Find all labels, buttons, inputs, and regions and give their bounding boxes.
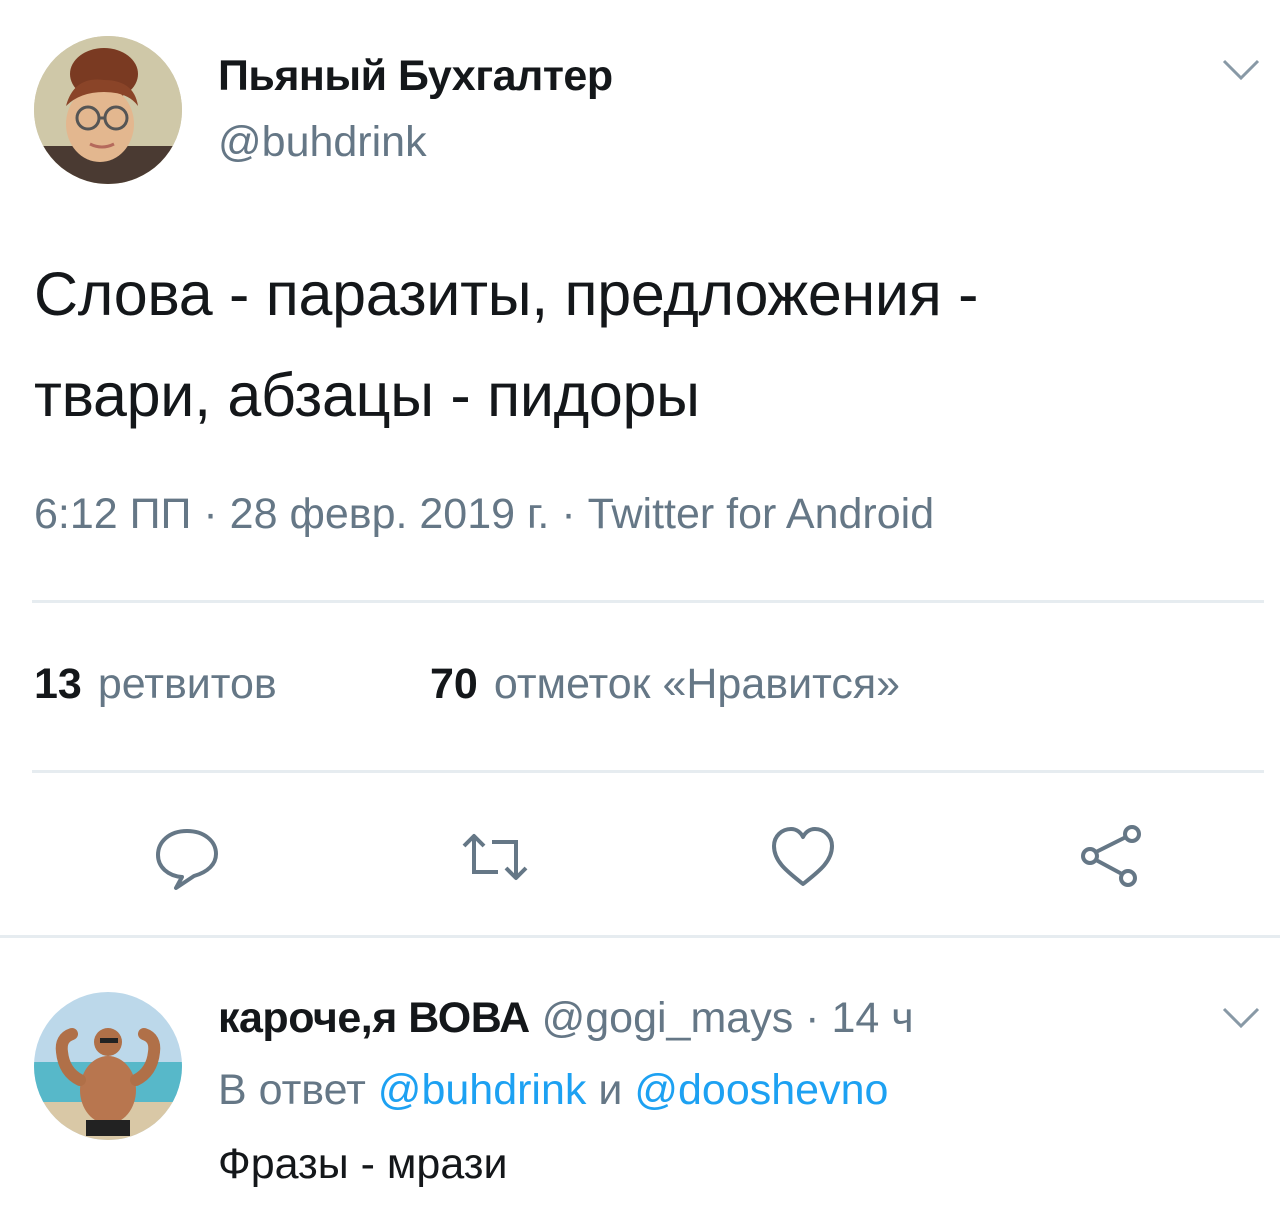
retweets-label: ретвитов — [97, 660, 277, 708]
likes-stat[interactable]: 70 отметок «Нравится» — [430, 660, 900, 709]
tweet-timestamp-source[interactable]: 6:12 ПП · 28 февр. 2019 г. · Twitter for… — [34, 490, 934, 539]
share-icon[interactable] — [1076, 822, 1146, 892]
author-handle[interactable]: @buhdrink — [218, 118, 427, 167]
author-avatar[interactable] — [34, 36, 182, 184]
author-name[interactable]: Пьяный Бухгалтер — [218, 52, 613, 101]
likes-count: 70 — [430, 660, 478, 708]
mention-link[interactable]: @dooshevno — [634, 1066, 888, 1114]
divider — [32, 770, 1264, 773]
reply-author-avatar[interactable] — [34, 992, 182, 1140]
retweets-stat[interactable]: 13 ретвитов — [34, 660, 277, 709]
reply-author-handle[interactable]: @gogi_mays — [542, 994, 794, 1042]
retweet-icon[interactable] — [460, 822, 530, 892]
reply-icon[interactable] — [152, 822, 222, 892]
divider — [0, 935, 1280, 938]
reply-to-prefix: В ответ — [218, 1066, 366, 1114]
divider — [32, 600, 1264, 603]
tweet-text-line: Слова - паразиты, предложения - — [34, 260, 979, 328]
reply-author-name[interactable]: кароче,я ВОВА — [218, 994, 530, 1042]
reply-to-and: и — [598, 1066, 623, 1114]
heart-icon[interactable] — [768, 822, 838, 892]
tweet-detail-screen: Пьяный Бухгалтер @buhdrink Слова - параз… — [0, 0, 1280, 1227]
separator-dot: · — [805, 994, 820, 1042]
reply-text: Фразы - мрази — [218, 1140, 508, 1188]
chevron-down-icon[interactable] — [1222, 1006, 1260, 1030]
retweets-count: 13 — [34, 660, 82, 708]
tweet-text: Слова - паразиты, предложения - твари, а… — [34, 244, 1244, 446]
reply-to-line: В ответ @buhdrink и @dooshevno — [218, 1066, 888, 1115]
reply-header: кароче,я ВОВА @gogi_mays · 14 ч — [218, 994, 914, 1043]
chevron-down-icon[interactable] — [1222, 58, 1260, 82]
reply-time[interactable]: 14 ч — [831, 994, 913, 1042]
likes-label: отметок «Нравится» — [493, 660, 901, 708]
mention-link[interactable]: @buhdrink — [378, 1066, 587, 1114]
tweet-text-line: твари, абзацы - пидоры — [34, 361, 700, 429]
